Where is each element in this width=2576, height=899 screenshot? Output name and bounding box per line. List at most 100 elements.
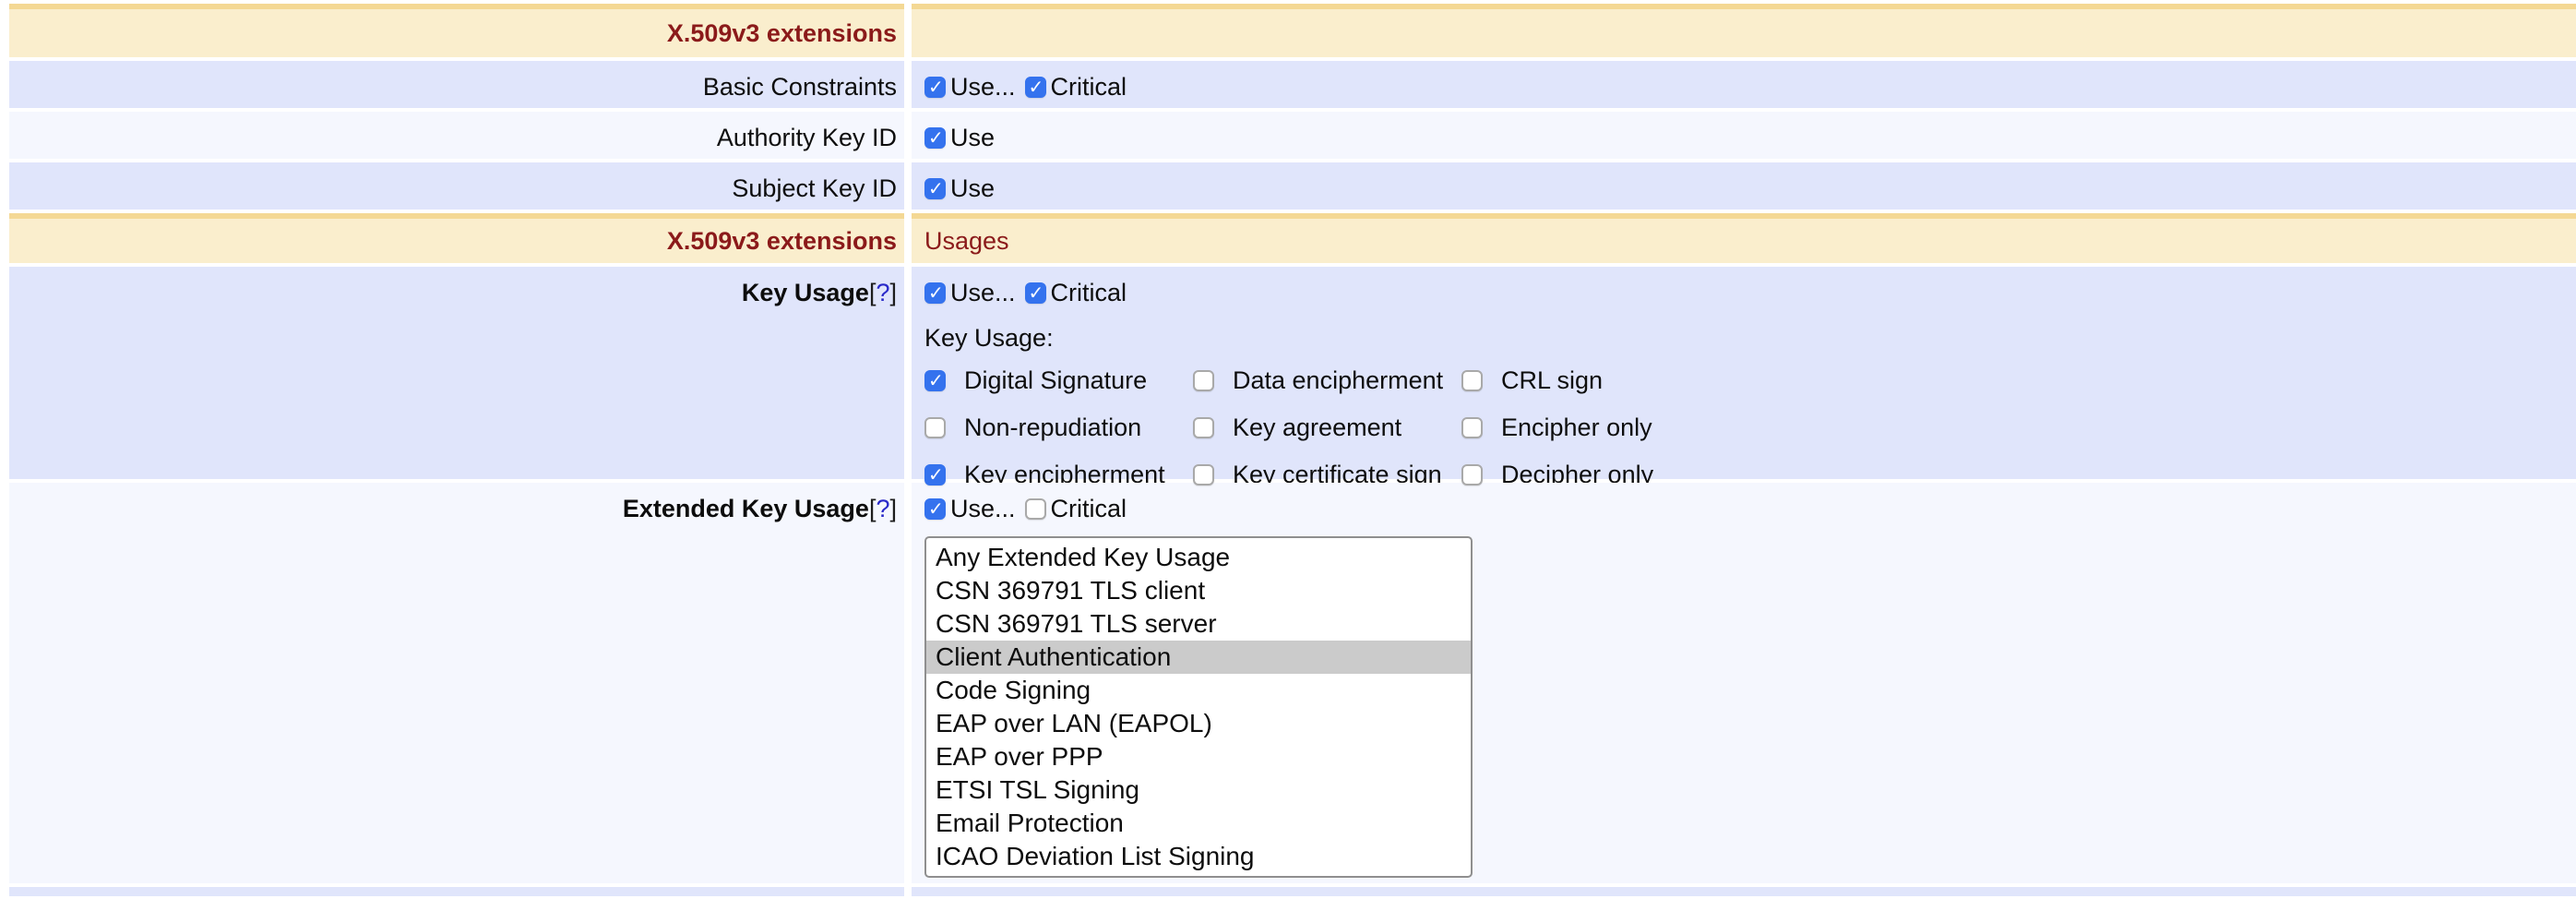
encipher-only-label: Encipher only: [1501, 414, 1652, 442]
next-row-label-cell: [9, 887, 904, 896]
use-label: Use: [950, 174, 995, 203]
extended-key-usage-label: Extended Key Usage[?]: [623, 495, 897, 523]
basic-constraints-label: Basic Constraints: [703, 73, 897, 102]
row-authority-key-id: Authority Key ID Use: [0, 112, 2576, 159]
authority-key-id-label-cell: Authority Key ID: [9, 112, 904, 159]
bracket-close: ]: [889, 495, 897, 522]
digital-signature-checkbox[interactable]: [924, 370, 946, 391]
column-gap: [904, 213, 912, 263]
row-basic-constraints: Basic Constraints Use... Critical: [0, 61, 2576, 108]
key-usage-help-link[interactable]: ?: [876, 279, 889, 306]
section-title: X.509v3 extensions: [667, 227, 897, 256]
row-extended-key-usage: Extended Key Usage[?] Use... Critical An…: [0, 483, 2576, 883]
section-subtitle: Usages: [924, 227, 1009, 256]
extended-key-usage-critical-checkbox[interactable]: [1025, 498, 1046, 520]
digital-signature-label: Digital Signature: [964, 366, 1147, 395]
select-option-email-protection[interactable]: Email Protection: [926, 807, 1471, 840]
select-option-eap-over-lan[interactable]: EAP over LAN (EAPOL): [926, 707, 1471, 740]
key-usage-label: Key Usage[?]: [742, 279, 897, 307]
extended-key-usage-label-text: Extended Key Usage: [623, 495, 869, 522]
key-agreement-label: Key agreement: [1233, 414, 1401, 442]
use-label: Use...: [950, 495, 1016, 523]
select-option-csn-369791-tls-client[interactable]: CSN 369791 TLS client: [926, 574, 1471, 607]
use-label: Use...: [950, 279, 1016, 307]
column-gap: [904, 61, 912, 108]
select-option-client-authentication[interactable]: Client Authentication: [926, 641, 1471, 674]
key-usage-label-text: Key Usage: [742, 279, 869, 306]
column-gap: [904, 112, 912, 159]
section-header-extensions: X.509v3 extensions: [0, 4, 2576, 57]
key-usage-caption: Key Usage:: [924, 324, 2576, 353]
select-option-code-signing[interactable]: Code Signing: [926, 674, 1471, 707]
basic-constraints-critical-checkbox[interactable]: [1025, 77, 1046, 98]
basic-constraints-label-cell: Basic Constraints: [9, 61, 904, 108]
select-option-icao-deviation-list-signing[interactable]: ICAO Deviation List Signing: [926, 840, 1471, 873]
authority-key-id-controls: Use: [912, 112, 2576, 159]
authority-key-id-use-checkbox[interactable]: [924, 127, 946, 149]
extended-key-usage-label-cell: Extended Key Usage[?]: [9, 483, 904, 883]
certificate-profile-form: X.509v3 extensions Basic Constraints Use…: [0, 0, 2576, 896]
key-usage-option: Encipher only: [1461, 414, 2576, 442]
column-gap: [904, 267, 912, 479]
critical-label: Critical: [1051, 495, 1127, 523]
use-line: Use: [924, 174, 2576, 203]
key-encipherment-checkbox[interactable]: [924, 464, 946, 485]
key-certificate-sign-checkbox[interactable]: [1193, 464, 1214, 485]
key-usage-option: Non-repudiation: [924, 414, 1193, 442]
use-critical-line: Use... Critical: [924, 73, 2576, 102]
column-gap: [904, 483, 912, 883]
authority-key-id-label: Authority Key ID: [717, 124, 897, 152]
data-encipherment-checkbox[interactable]: [1193, 370, 1214, 391]
key-usage-option: CRL sign: [1461, 366, 2576, 395]
section-header-value-cell: [912, 4, 2576, 57]
subject-key-id-controls: Use: [912, 162, 2576, 210]
key-usage-option: Digital Signature: [924, 366, 1193, 395]
crl-sign-label: CRL sign: [1501, 366, 1603, 395]
key-agreement-checkbox[interactable]: [1193, 417, 1214, 438]
basic-constraints-controls: Use... Critical: [912, 61, 2576, 108]
key-usage-label-cell: Key Usage[?]: [9, 267, 904, 479]
section-header-cell: X.509v3 extensions: [9, 213, 904, 263]
next-row-content-cell: [912, 887, 2576, 896]
column-gap: [904, 162, 912, 210]
key-usage-controls: Use... Critical Key Usage: Digital Signa…: [912, 267, 2576, 479]
column-gap: [904, 4, 912, 57]
extended-key-usage-select[interactable]: Any Extended Key Usage CSN 369791 TLS cl…: [924, 536, 1473, 878]
bracket-close: ]: [889, 279, 897, 306]
subject-key-id-label-cell: Subject Key ID: [9, 162, 904, 210]
select-option-any-extended-key-usage[interactable]: Any Extended Key Usage: [926, 541, 1471, 574]
section-header-value-cell: Usages: [912, 213, 2576, 263]
row-key-usage: Key Usage[?] Use... Critical Key Usage: …: [0, 267, 2576, 479]
row-subject-key-id: Subject Key ID Use: [0, 162, 2576, 210]
crl-sign-checkbox[interactable]: [1461, 370, 1483, 391]
use-critical-line: Use... Critical: [924, 495, 2576, 523]
row-next-partial: [0, 887, 2576, 896]
key-usage-use-checkbox[interactable]: [924, 282, 946, 304]
extended-key-usage-controls: Use... Critical Any Extended Key Usage C…: [912, 483, 2576, 883]
use-critical-line: Use... Critical: [924, 279, 2576, 307]
extended-key-usage-help-link[interactable]: ?: [876, 495, 889, 522]
use-label: Use...: [950, 73, 1016, 102]
subject-key-id-label: Subject Key ID: [732, 174, 897, 203]
section-header-cell: X.509v3 extensions: [9, 4, 904, 57]
encipher-only-checkbox[interactable]: [1461, 417, 1483, 438]
section-title: X.509v3 extensions: [667, 19, 897, 48]
use-label: Use: [950, 124, 995, 152]
data-encipherment-label: Data encipherment: [1233, 366, 1443, 395]
critical-label: Critical: [1051, 73, 1127, 102]
key-usage-critical-checkbox[interactable]: [1025, 282, 1046, 304]
critical-label: Critical: [1051, 279, 1127, 307]
section-header-usages: X.509v3 extensions Usages: [0, 213, 2576, 263]
basic-constraints-use-checkbox[interactable]: [924, 77, 946, 98]
select-option-eap-over-ppp[interactable]: EAP over PPP: [926, 740, 1471, 773]
extended-key-usage-use-checkbox[interactable]: [924, 498, 946, 520]
key-usage-grid: Digital Signature Data encipherment CRL …: [924, 366, 2576, 489]
key-usage-option: Key agreement: [1193, 414, 1461, 442]
use-line: Use: [924, 124, 2576, 152]
non-repudiation-label: Non-repudiation: [964, 414, 1141, 442]
select-option-etsi-tsl-signing[interactable]: ETSI TSL Signing: [926, 773, 1471, 807]
subject-key-id-use-checkbox[interactable]: [924, 178, 946, 199]
decipher-only-checkbox[interactable]: [1461, 464, 1483, 485]
select-option-csn-369791-tls-server[interactable]: CSN 369791 TLS server: [926, 607, 1471, 641]
non-repudiation-checkbox[interactable]: [924, 417, 946, 438]
